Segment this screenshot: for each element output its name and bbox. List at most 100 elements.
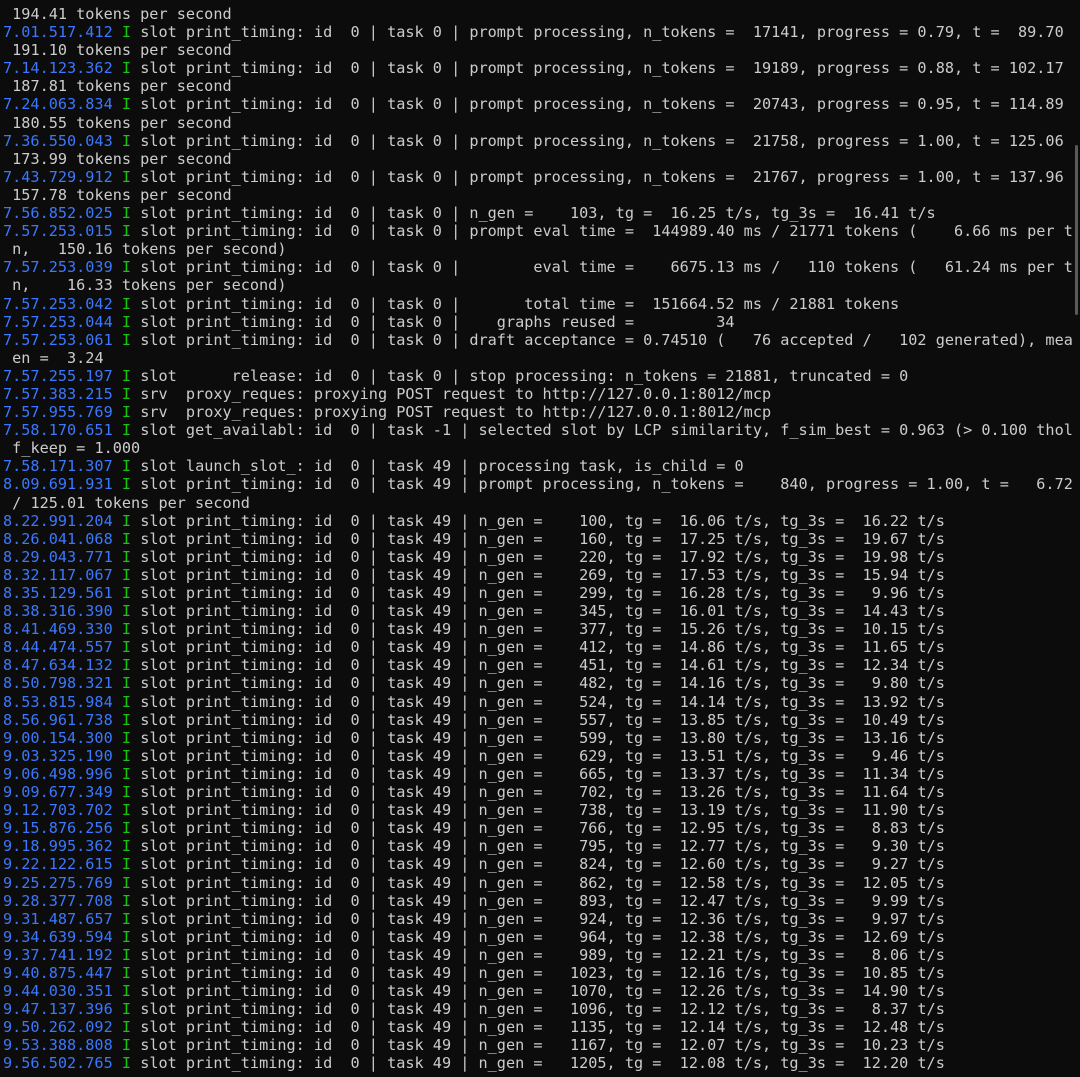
- log-line: 9.00.154.300 I slot print_timing: id 0 |…: [0, 729, 1072, 747]
- log-level: I: [121, 891, 132, 910]
- log-timestamp: 8.53.815.984: [3, 692, 113, 711]
- log-timestamp: 8.35.129.561: [3, 584, 113, 602]
- log-message: slot print_timing: id 0 | task 49 | n_ge…: [140, 963, 945, 982]
- log-line: 9.18.995.362 I slot print_timing: id 0 |…: [0, 837, 1072, 855]
- log-timestamp: 9.09.677.349: [3, 783, 113, 802]
- log-line: 7.57.955.769 I srv proxy_reques: proxyin…: [0, 403, 1072, 421]
- log-message: / 125.01 tokens per second: [12, 493, 250, 512]
- log-message: slot print_timing: id 0 | task 0 | total…: [140, 294, 900, 313]
- log-timestamp: 9.56.502.765: [3, 1054, 113, 1073]
- log-message: 157.78 tokens per second: [12, 185, 232, 204]
- log-timestamp: 8.56.961.738: [3, 710, 113, 729]
- log-line: 9.34.639.594 I slot print_timing: id 0 |…: [0, 928, 1072, 946]
- log-level: I: [121, 475, 132, 494]
- log-timestamp: 9.47.137.396: [3, 1000, 113, 1019]
- log-timestamp: 7.56.852.025: [3, 204, 113, 223]
- log-message: 191.10 tokens per second: [12, 41, 232, 60]
- scrollbar-thumb[interactable]: [1075, 145, 1078, 315]
- log-message: srv proxy_reques: proxying POST request …: [140, 403, 772, 422]
- log-timestamp: 8.29.043.771: [3, 547, 113, 566]
- log-level: I: [121, 294, 132, 313]
- log-timestamp: 8.50.798.321: [3, 674, 113, 693]
- log-message: slot print_timing: id 0 | task 49 | n_ge…: [140, 927, 945, 946]
- log-line: 8.29.043.771 I slot print_timing: id 0 |…: [0, 548, 1072, 566]
- log-message: slot print_timing: id 0 | task 0 | promp…: [140, 23, 1072, 42]
- log-timestamp: 7.57.253.061: [3, 330, 113, 349]
- log-line: 7.58.171.307 I slot launch_slot_: id 0 |…: [0, 457, 1072, 475]
- log-timestamp: 9.03.325.190: [3, 746, 113, 765]
- log-message: slot print_timing: id 0 | task 49 | n_ge…: [140, 891, 945, 910]
- log-line: 9.50.262.092 I slot print_timing: id 0 |…: [0, 1018, 1072, 1036]
- log-level: I: [121, 59, 132, 78]
- log-level: I: [121, 529, 132, 548]
- log-level: I: [121, 403, 132, 422]
- log-line: 7.57.253.039 I slot print_timing: id 0 |…: [0, 258, 1072, 276]
- log-line: 9.47.137.396 I slot print_timing: id 0 |…: [0, 1000, 1072, 1018]
- log-message: slot print_timing: id 0 | task 0 | promp…: [140, 131, 1072, 150]
- log-timestamp: 9.00.154.300: [3, 728, 113, 747]
- log-timestamp: 9.34.639.594: [3, 927, 113, 946]
- log-line: 7.57.253.015 I slot print_timing: id 0 |…: [0, 222, 1072, 240]
- log-line: 8.44.474.557 I slot print_timing: id 0 |…: [0, 638, 1072, 656]
- log-message: slot launch_slot_: id 0 | task 49 | proc…: [140, 457, 744, 476]
- log-timestamp: 8.38.316.390: [3, 602, 113, 621]
- log-timestamp: 7.01.517.412: [3, 23, 113, 42]
- log-level: I: [121, 873, 132, 892]
- log-line: 7.57.253.044 I slot print_timing: id 0 |…: [0, 313, 1072, 331]
- log-line: 194.41 tokens per second: [0, 5, 1072, 23]
- log-message: slot print_timing: id 0 | task 0 | promp…: [140, 59, 1072, 78]
- log-message: slot print_timing: id 0 | task 0 | promp…: [140, 167, 1072, 186]
- log-line: 8.09.691.931 I slot print_timing: id 0 |…: [0, 475, 1072, 493]
- log-level: I: [121, 23, 132, 42]
- log-level: I: [121, 1018, 132, 1037]
- log-level: I: [121, 710, 132, 729]
- log-line: 7.57.253.061 I slot print_timing: id 0 |…: [0, 331, 1072, 349]
- log-level: I: [121, 131, 132, 150]
- log-line: 9.15.876.256 I slot print_timing: id 0 |…: [0, 819, 1072, 837]
- log-timestamp: 7.14.123.362: [3, 59, 113, 78]
- log-message: slot print_timing: id 0 | task 49 | n_ge…: [140, 855, 945, 874]
- log-message: slot print_timing: id 0 | task 49 | n_ge…: [140, 710, 945, 729]
- log-line: 7.58.170.651 I slot get_availabl: id 0 |…: [0, 421, 1072, 439]
- log-line: 9.22.122.615 I slot print_timing: id 0 |…: [0, 855, 1072, 873]
- log-message: slot print_timing: id 0 | task 49 | n_ge…: [140, 1000, 945, 1019]
- log-level: I: [121, 457, 132, 476]
- log-message: slot print_timing: id 0 | task 49 | n_ge…: [140, 638, 945, 657]
- log-message: slot print_timing: id 0 | task 0 | graph…: [140, 312, 735, 331]
- log-line: 191.10 tokens per second: [0, 41, 1072, 59]
- log-level: I: [121, 1054, 132, 1073]
- log-level: I: [121, 602, 132, 621]
- log-timestamp: 9.28.377.708: [3, 891, 113, 910]
- log-timestamp: 7.57.255.197: [3, 366, 113, 385]
- log-level: I: [121, 330, 132, 349]
- log-message: slot print_timing: id 0 | task 49 | n_ge…: [140, 873, 945, 892]
- log-level: I: [121, 728, 132, 747]
- log-line: / 125.01 tokens per second: [0, 494, 1072, 512]
- log-level: I: [121, 801, 132, 820]
- log-line: 9.31.487.657 I slot print_timing: id 0 |…: [0, 910, 1072, 928]
- log-level: I: [121, 909, 132, 928]
- log-timestamp: 9.37.741.192: [3, 945, 113, 964]
- log-level: I: [121, 746, 132, 765]
- log-timestamp: 8.47.634.132: [3, 656, 113, 675]
- log-timestamp: 7.58.171.307: [3, 457, 113, 476]
- log-level: I: [121, 982, 132, 1001]
- log-message: slot print_timing: id 0 | task 49 | n_ge…: [140, 909, 945, 928]
- log-level: I: [121, 638, 132, 657]
- log-line: 7.01.517.412 I slot print_timing: id 0 |…: [0, 23, 1072, 41]
- log-line: 7.57.383.215 I srv proxy_reques: proxyin…: [0, 385, 1072, 403]
- log-line: 8.32.117.067 I slot print_timing: id 0 |…: [0, 566, 1072, 584]
- log-message: 187.81 tokens per second: [12, 77, 232, 96]
- log-message: slot print_timing: id 0 | task 49 | n_ge…: [140, 511, 945, 530]
- log-line: 9.53.388.808 I slot print_timing: id 0 |…: [0, 1036, 1072, 1054]
- log-message: slot print_timing: id 0 | task 49 | n_ge…: [140, 1036, 945, 1055]
- log-line: 8.41.469.330 I slot print_timing: id 0 |…: [0, 620, 1072, 638]
- log-message: en = 3.24: [12, 348, 104, 367]
- log-message: srv proxy_reques: proxying POST request …: [140, 384, 772, 403]
- log-level: I: [121, 204, 132, 223]
- log-timestamp: 7.36.550.043: [3, 131, 113, 150]
- log-level: I: [121, 511, 132, 530]
- log-timestamp: 9.44.030.351: [3, 982, 113, 1001]
- terminal-output[interactable]: 194.41 tokens per second 7.01.517.412 I s…: [0, 5, 1072, 1077]
- log-level: I: [121, 222, 132, 241]
